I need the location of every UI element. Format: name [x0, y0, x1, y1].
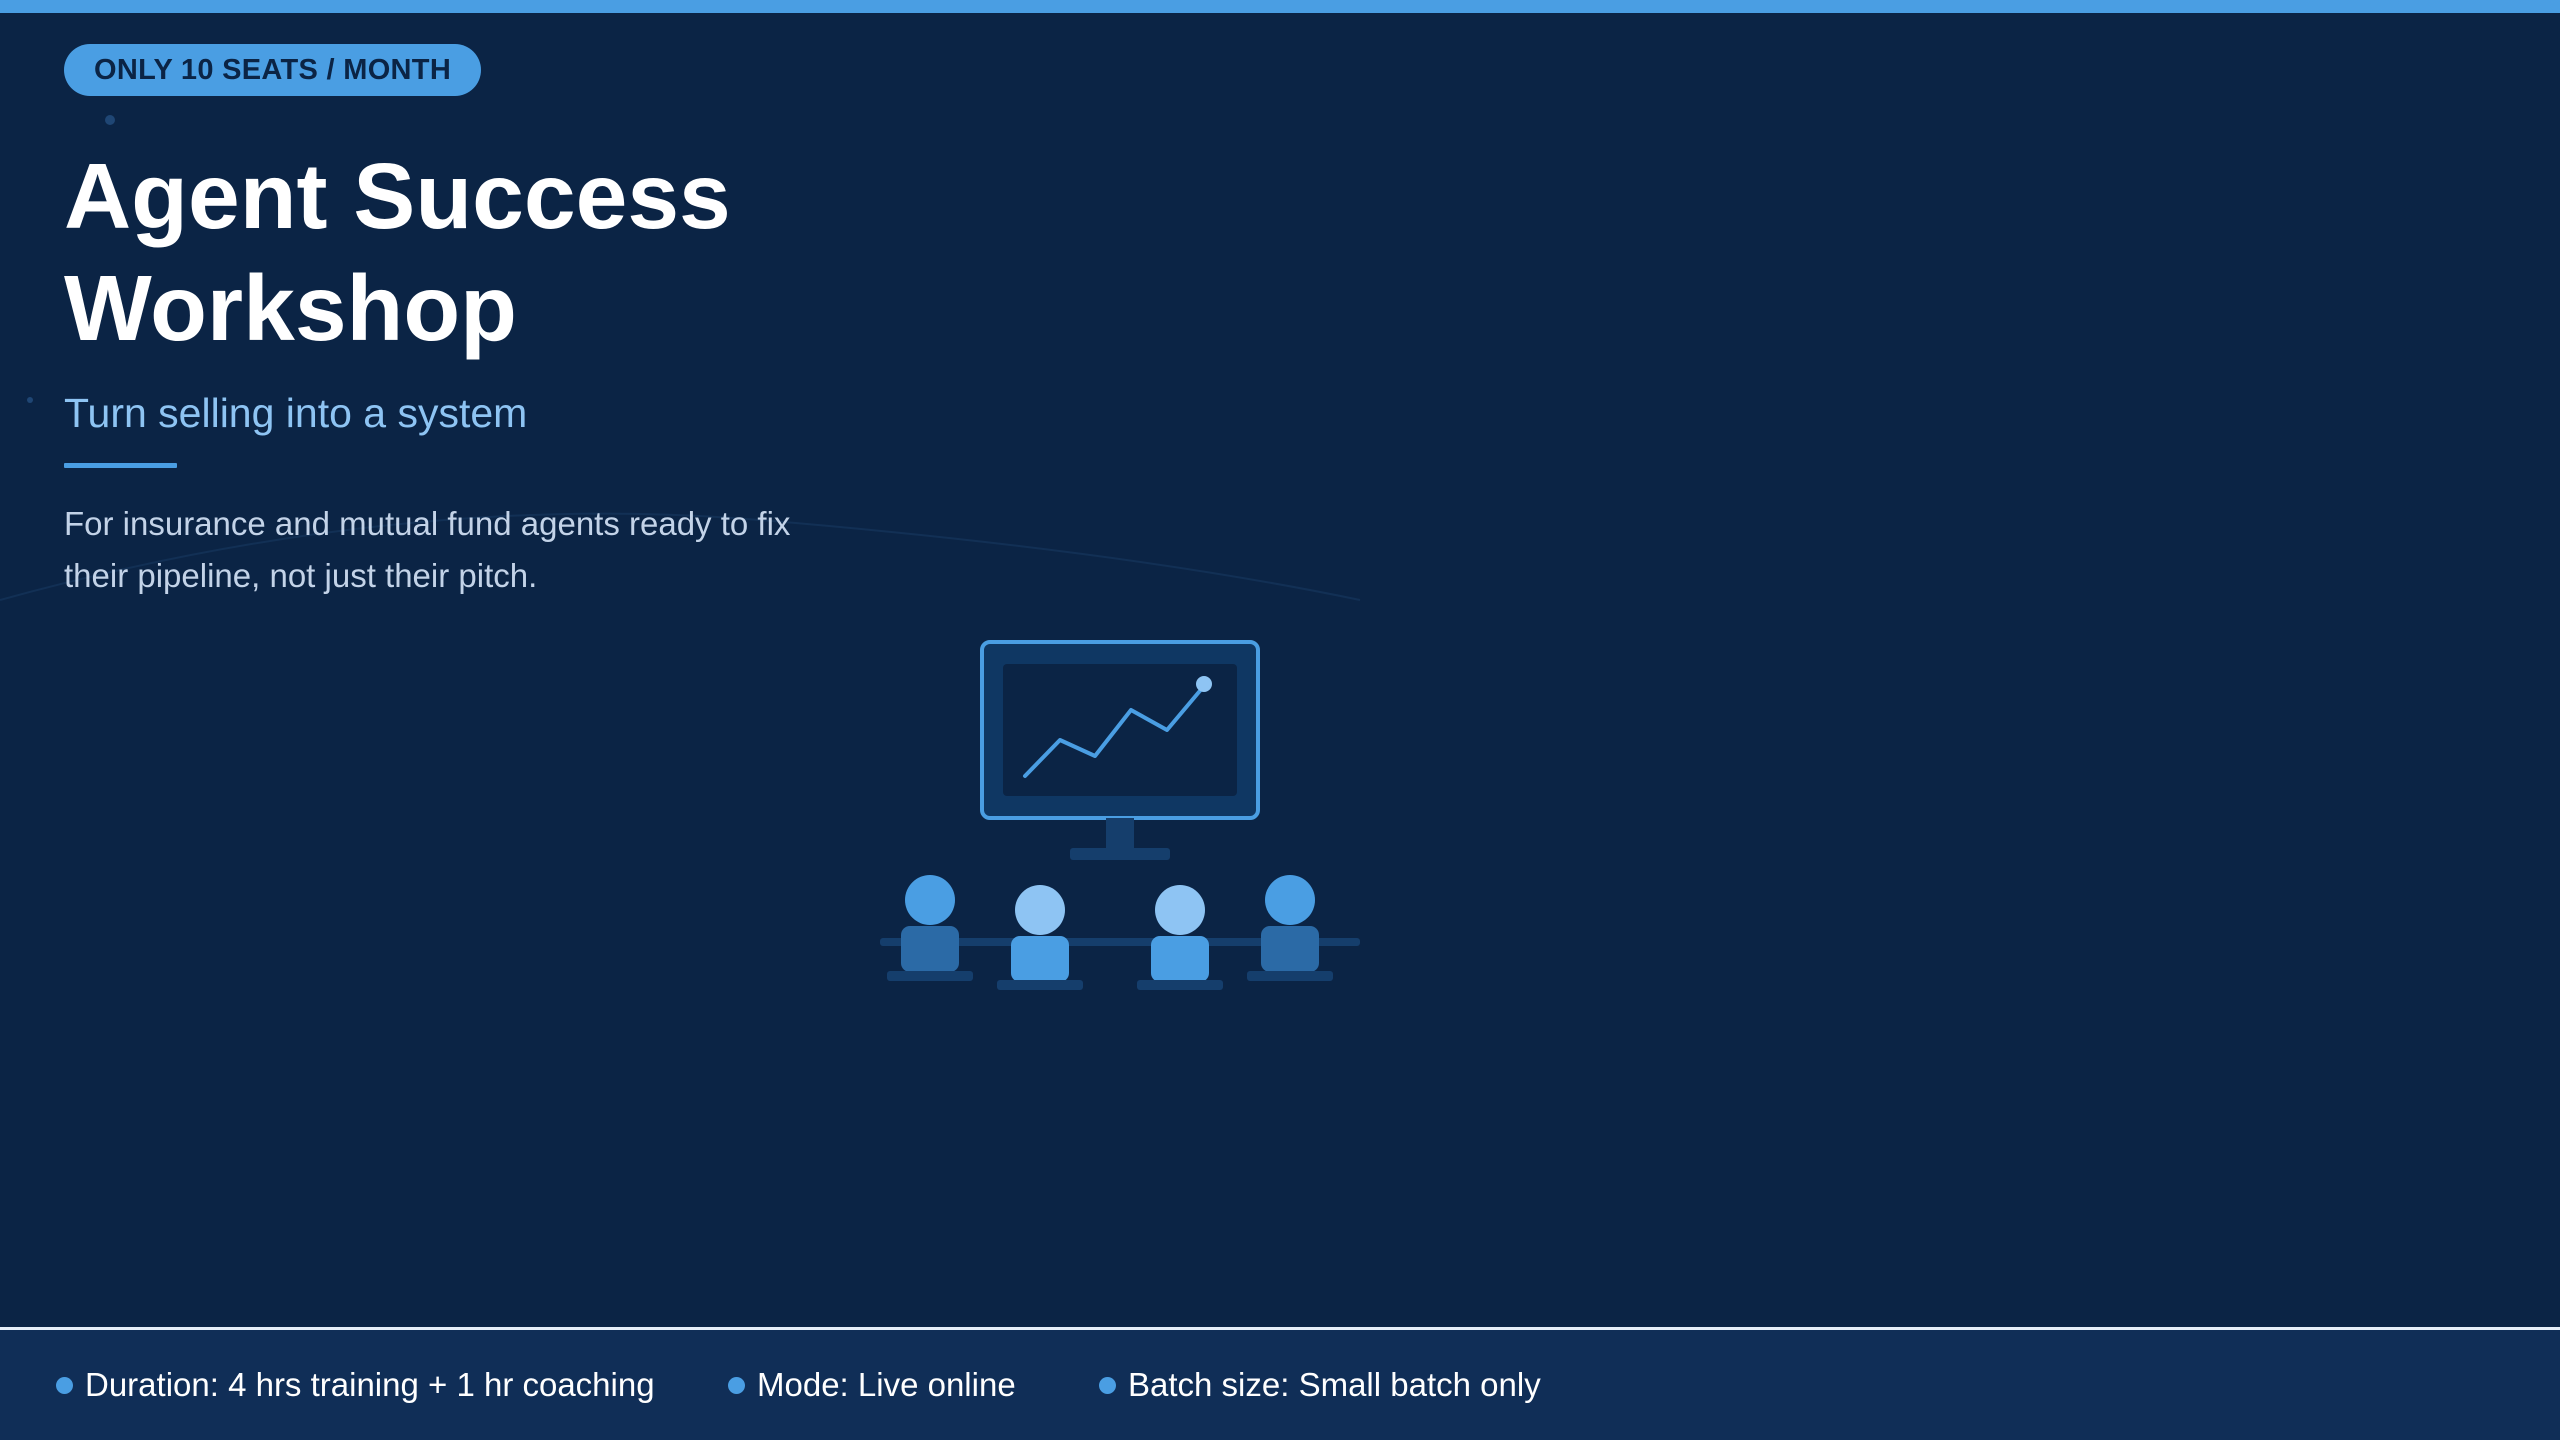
footer-item-label: Batch size: Small batch only [1128, 1366, 1541, 1403]
info-footer: Duration: 4 hrs training + 1 hr coaching… [0, 1327, 2560, 1440]
footer-item-mode: Mode: Live online [728, 1330, 1016, 1440]
bullet-dot-icon [1099, 1376, 1116, 1394]
seats-badge: ONLY 10 SEATS / MONTH [64, 44, 482, 96]
attendee-icon [997, 885, 1083, 990]
title-divider [64, 463, 177, 468]
attendee-icon [1137, 885, 1223, 990]
attendee-icon [1247, 875, 1333, 981]
monitor-icon [980, 640, 1260, 860]
subtitle: Turn selling into a system [64, 390, 528, 436]
bullet-dot-icon [56, 1376, 73, 1394]
footer-item-label: Mode: Live online [757, 1366, 1016, 1403]
page-title: Agent Success Workshop [64, 144, 731, 360]
attendee-icon [887, 875, 973, 981]
description: For insurance and mutual fund agents rea… [64, 505, 791, 594]
footer-item-batch: Batch size: Small batch only [1099, 1330, 1541, 1440]
footer-item-duration: Duration: 4 hrs training + 1 hr coaching [56, 1330, 655, 1440]
bullet-dot-icon [728, 1376, 745, 1394]
footer-item-label: Duration: 4 hrs training + 1 hr coaching [85, 1366, 655, 1403]
workshop-illustration [880, 640, 1360, 990]
